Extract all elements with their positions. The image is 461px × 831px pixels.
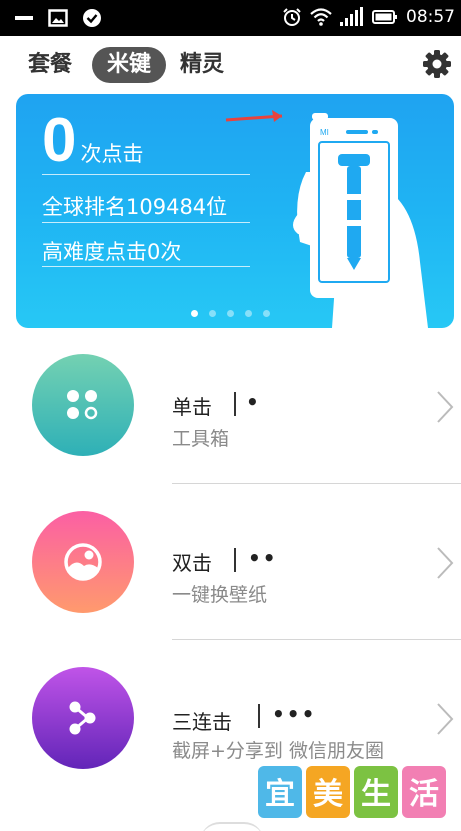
stats-banner[interactable]: 0 次点击 全球排名109484位 高难度点击0次 MI — [16, 94, 454, 328]
triple-click-badge — [32, 667, 134, 769]
tab-sprite[interactable]: 精灵 — [180, 47, 224, 83]
separator — [234, 392, 236, 416]
global-rank: 全球排名109484位 — [42, 195, 228, 219]
wallpaper-icon — [64, 543, 102, 581]
separator — [258, 704, 260, 728]
click-count-unit: 次点击 — [80, 142, 144, 166]
page-dot — [263, 310, 270, 317]
bottom-button-edge — [200, 822, 264, 831]
svg-text:美: 美 — [313, 777, 343, 812]
click-dots: • — [246, 390, 261, 414]
chevron-right-icon — [437, 703, 454, 735]
separator — [234, 548, 236, 572]
divider — [42, 174, 250, 175]
page-dot — [191, 310, 198, 317]
click-dots: •• — [248, 546, 278, 570]
svg-text:生: 生 — [361, 777, 391, 812]
watermark-image: 宜 美 生 活 — [258, 766, 446, 818]
signal-icon — [340, 7, 363, 26]
click-dots: ••• — [272, 702, 317, 726]
divider — [42, 222, 250, 223]
item-title: 三连击 — [172, 710, 232, 734]
tab-mikey[interactable]: 米键 — [92, 47, 166, 83]
check-circle-icon — [83, 9, 101, 27]
svg-text:宜: 宜 — [265, 777, 295, 812]
phone-logo: MI — [320, 128, 329, 137]
item-subtitle: 工具箱 — [172, 428, 230, 450]
alarm-icon — [283, 8, 301, 26]
click-count-value: 0 — [42, 106, 77, 175]
phone-hand-illustration: MI — [225, 110, 428, 328]
page-indicator — [191, 310, 270, 317]
page-dot — [209, 310, 216, 317]
image-icon — [48, 9, 68, 27]
double-click-badge — [32, 511, 134, 613]
item-title: 双击 — [172, 551, 212, 575]
top-tab-bar: 套餐 米键 精灵 — [0, 36, 461, 94]
divider — [42, 266, 250, 267]
chevron-right-icon — [437, 547, 454, 579]
item-subtitle: 截屏+分享到 微信朋友圈 — [172, 740, 384, 762]
grid-dots-icon — [67, 390, 98, 420]
list-item-double-click[interactable]: 双击 •• 一键换壁纸 — [0, 484, 461, 640]
single-click-badge — [32, 354, 134, 456]
minus-icon — [15, 16, 33, 20]
chevron-right-icon — [437, 391, 454, 423]
item-subtitle: 一键换壁纸 — [172, 584, 268, 606]
wifi-icon — [310, 8, 332, 26]
tab-package[interactable]: 套餐 — [28, 47, 72, 83]
svg-text:活: 活 — [409, 777, 439, 812]
hard-click-count: 高难度点击0次 — [42, 240, 182, 264]
page-dot — [227, 310, 234, 317]
gear-icon[interactable] — [421, 48, 453, 80]
status-bar: 08:57 — [0, 0, 461, 36]
page-dot — [245, 310, 252, 317]
battery-icon — [372, 10, 397, 24]
status-time: 08:57 — [406, 7, 455, 27]
share-icon — [69, 701, 96, 735]
list-item-single-click[interactable]: 单击 • 工具箱 — [0, 328, 461, 484]
click-count: 0 次点击 — [42, 110, 143, 172]
item-title: 单击 — [172, 395, 212, 419]
